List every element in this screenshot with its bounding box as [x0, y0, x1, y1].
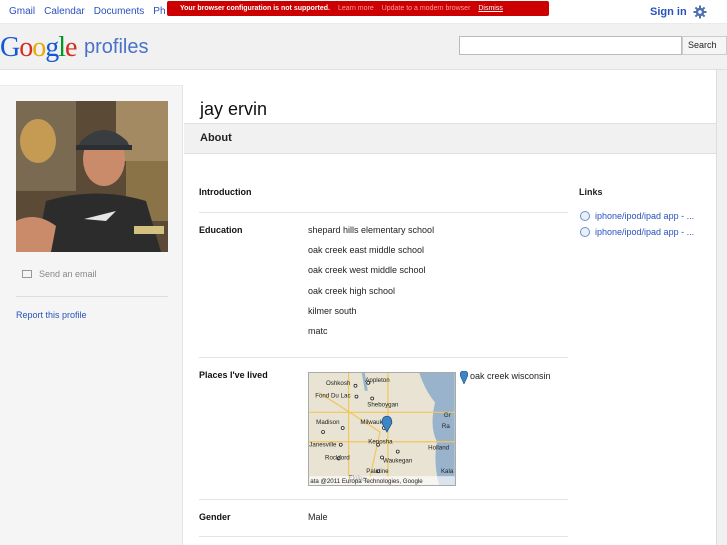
- search-input[interactable]: [459, 36, 682, 55]
- education-item: oak creek west middle school: [308, 265, 426, 275]
- map-city-label: Kenosha: [368, 439, 393, 446]
- link-item[interactable]: iphone/ipod/ipad app - ...: [580, 211, 694, 221]
- gender-label: Gender: [199, 512, 231, 522]
- map-pin-icon: [460, 371, 468, 384]
- education-item: oak creek east middle school: [308, 245, 425, 255]
- gear-icon[interactable]: [693, 5, 707, 19]
- send-email-label: Send an email: [39, 269, 97, 279]
- map-city-label: Fond Du Lac: [315, 393, 350, 400]
- globe-icon: [580, 227, 590, 237]
- report-profile-link[interactable]: Report this profile: [16, 310, 87, 320]
- map-city-label: Kala: [441, 468, 454, 475]
- education-item: oak creek high school: [308, 286, 396, 296]
- link-item[interactable]: iphone/ipod/ipad app - ...: [580, 227, 694, 237]
- education-label: Education: [199, 225, 243, 235]
- profile-sidebar: Send an email Report this profile: [0, 85, 183, 545]
- profile-photo: [16, 101, 168, 252]
- section-divider: [199, 499, 568, 500]
- introduction-label: Introduction: [199, 187, 252, 197]
- map-city-label: Holland: [428, 445, 449, 452]
- learn-more-link[interactable]: Learn more: [338, 5, 374, 12]
- profiles-header: Google profiles Search: [0, 24, 727, 70]
- dismiss-link[interactable]: Dismiss: [478, 5, 503, 12]
- google-bar-links: Gmail Calendar Documents Ph: [0, 6, 166, 17]
- documents-link[interactable]: Documents: [94, 6, 145, 17]
- profile-main: jay ervin About Introduction Education s…: [184, 85, 727, 545]
- vertical-scrollbar[interactable]: [716, 70, 727, 545]
- link-label: iphone/ipod/ipad app - ...: [595, 211, 695, 221]
- calendar-link[interactable]: Calendar: [44, 6, 85, 17]
- map-city-label: Sheboygan: [367, 401, 399, 408]
- profile-name: jay ervin: [200, 99, 268, 119]
- map-city-label: Gr: [444, 412, 451, 419]
- product-name: profiles: [84, 36, 149, 58]
- places-map[interactable]: Oshkosh Appleton Fond Du Lac Sheboygan M…: [308, 372, 456, 486]
- map-city-label: Ra: [442, 423, 450, 430]
- place-name: oak creek wisconsin: [470, 371, 551, 381]
- section-divider: [199, 536, 568, 537]
- map-city-label: Janesville: [309, 442, 337, 449]
- section-divider: [199, 357, 568, 358]
- education-item: kilmer south: [308, 306, 357, 316]
- gender-value: Male: [308, 512, 328, 522]
- gmail-link[interactable]: Gmail: [9, 6, 35, 17]
- map-city-label: Appleton: [365, 377, 390, 384]
- link-label: iphone/ipod/ipad app - ...: [595, 227, 695, 237]
- unsupported-browser-banner: Your browser configuration is not suppor…: [167, 1, 549, 16]
- search-button[interactable]: Search: [682, 36, 727, 55]
- google-logo[interactable]: Google: [0, 32, 77, 64]
- place-item: oak creek wisconsin: [460, 371, 551, 384]
- map-city-label: Oshkosh: [326, 380, 351, 387]
- map-city-label: Waukegan: [383, 457, 413, 464]
- send-email-link[interactable]: Send an email: [22, 269, 97, 279]
- mail-icon: [22, 270, 32, 278]
- links-heading: Links: [579, 187, 603, 197]
- banner-message: Your browser configuration is not suppor…: [180, 5, 330, 12]
- update-browser-link[interactable]: Update to a modern browser: [382, 5, 471, 12]
- section-divider: [199, 212, 568, 213]
- places-label: Places I've lived: [199, 370, 268, 380]
- sign-in-link[interactable]: Sign in: [650, 6, 687, 18]
- photos-link[interactable]: Ph: [153, 6, 165, 17]
- map-city-label: Palatine: [366, 468, 389, 475]
- map-attribution: ata @2011 Europa Technologies, Google: [310, 478, 423, 485]
- about-heading: About: [200, 132, 232, 144]
- sidebar-divider: [16, 296, 168, 297]
- map-city-label: Rockford: [325, 454, 350, 461]
- map-city-label: Madison: [316, 419, 340, 426]
- about-tab-bar: About: [184, 123, 727, 154]
- education-item: matc: [308, 326, 328, 336]
- globe-icon: [580, 211, 590, 221]
- education-item: shepard hills elementary school: [308, 225, 435, 235]
